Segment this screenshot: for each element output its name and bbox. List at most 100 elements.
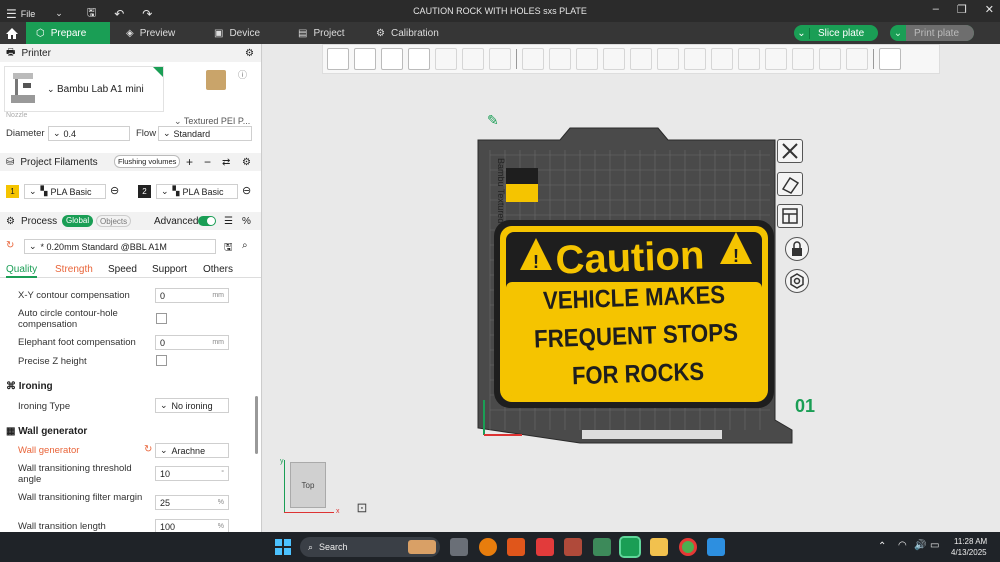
tab-quality[interactable]: Quality (6, 264, 38, 278)
tab-strength[interactable]: Strength (55, 264, 93, 275)
caution-sign[interactable]: ! ! Caution VEHICLE MAKES FREQUENT STOPS… (494, 220, 774, 408)
add-plate-icon[interactable] (354, 48, 376, 70)
remove-filament-icon[interactable]: ⊖ (110, 184, 119, 197)
auto-orient-icon[interactable] (381, 48, 403, 70)
text-icon[interactable] (738, 48, 760, 70)
remove-icon[interactable]: − (204, 155, 211, 169)
diameter-select[interactable]: ⌄ 0.4 (48, 126, 130, 141)
wall-generator-select[interactable]: ⌄ Arachne (155, 443, 229, 458)
sidebar-scrollbar[interactable] (255, 396, 258, 454)
save-preset-icon[interactable]: 🖫 (224, 240, 233, 257)
tab-prepare[interactable]: ⬡ Prepare (26, 22, 110, 44)
app-bambu-green-icon[interactable] (593, 538, 611, 556)
ironing-type-select[interactable]: ⌄ No ironing (155, 398, 229, 413)
measure-icon[interactable] (792, 48, 814, 70)
move-icon[interactable] (522, 48, 544, 70)
lay-on-face-icon[interactable] (603, 48, 625, 70)
zoom-to-fit-icon[interactable]: ⊡ (352, 500, 372, 520)
view-cube-top-face[interactable]: Top (290, 462, 326, 508)
scale-icon[interactable] (576, 48, 598, 70)
task-view-icon[interactable] (450, 538, 468, 556)
clock-time[interactable]: 11:28 AM (954, 537, 987, 546)
filament-1-index[interactable]: 1 (6, 185, 19, 198)
lock-plate-icon[interactable] (785, 237, 809, 261)
app-red-icon[interactable] (536, 538, 554, 556)
view-mode-icon[interactable] (879, 48, 901, 70)
flushing-volumes-button[interactable]: Flushing volumes (114, 155, 181, 168)
filament-1-select[interactable]: ⌄ ▚ PLA Basic (24, 184, 106, 199)
maximize-button[interactable]: ❐ (957, 3, 967, 16)
chevron-up-icon[interactable]: ⌃ (878, 541, 886, 552)
elephant-foot-input[interactable]: 0 mm (155, 335, 229, 350)
add-object-icon[interactable] (327, 48, 349, 70)
windows-start-icon[interactable] (275, 539, 291, 555)
xy-contour-input[interactable]: 0 mm (155, 288, 229, 303)
battery-icon[interactable]: ▭ (930, 540, 939, 551)
gear-icon[interactable]: ⚙ (242, 157, 251, 168)
copy-icon[interactable] (435, 48, 457, 70)
tab-support[interactable]: Support (152, 264, 187, 275)
plate-selector[interactable]: ⓘ ⌄ Textured PEI P... (172, 66, 258, 126)
print-plate-button[interactable]: ⌄ Print plate (890, 25, 974, 41)
tab-preview[interactable]: ◈ Preview (126, 22, 175, 44)
transition-angle-input[interactable]: 10 ° (155, 466, 229, 481)
photos-icon[interactable] (707, 538, 725, 556)
tab-device[interactable]: ▣ Device (214, 22, 260, 44)
precise-z-checkbox[interactable] (156, 355, 167, 366)
advanced-toggle[interactable] (198, 216, 216, 226)
chevron-down-icon[interactable]: ⌄ (794, 27, 810, 39)
tab-speed[interactable]: Speed (108, 264, 137, 275)
blender-icon[interactable] (479, 538, 497, 556)
arrange-plate-icon[interactable] (777, 204, 803, 228)
file-explorer-icon[interactable] (650, 538, 668, 556)
build-plate[interactable]: Bambu Textured ! ! Caution VEHICLE MAKES… (470, 110, 820, 455)
list-icon[interactable]: ☰ (224, 216, 233, 227)
tab-others[interactable]: Others (203, 264, 233, 275)
reset-icon[interactable]: ↻ (6, 240, 14, 251)
flow-select[interactable]: ⌄ Standard (158, 126, 252, 141)
search-icon[interactable]: ⌕ (242, 240, 248, 251)
boolean-icon[interactable] (657, 48, 679, 70)
remove-filament-icon[interactable]: ⊖ (242, 184, 251, 197)
close-plate-icon[interactable] (777, 139, 803, 163)
add-icon[interactable]: + (186, 155, 193, 169)
orient-plate-icon[interactable] (777, 172, 803, 196)
edit-plate-name-icon[interactable]: ✎ (487, 112, 499, 129)
volume-icon[interactable]: 🔊 (914, 540, 926, 551)
bambu-studio-icon[interactable] (619, 536, 641, 558)
close-button[interactable]: ✕ (985, 3, 994, 16)
objects-toggle[interactable]: Objects (96, 215, 132, 227)
wifi-icon[interactable]: ◠ (898, 540, 907, 551)
auto-circle-checkbox[interactable] (156, 313, 167, 324)
plate-settings-icon[interactable] (785, 269, 809, 293)
transition-length-input[interactable]: 100% (155, 519, 229, 532)
chevron-down-icon[interactable]: ⌄ (890, 28, 906, 39)
color-paint-icon[interactable] (765, 48, 787, 70)
compare-icon[interactable]: % (242, 216, 251, 227)
reset-icon[interactable]: ↻ (144, 444, 152, 455)
minimize-button[interactable]: – (933, 3, 939, 16)
assemble-icon[interactable] (819, 48, 841, 70)
tab-calibration[interactable]: ⚙ Calibration (376, 22, 439, 44)
slice-plate-button[interactable]: ⌄ Slice plate (794, 25, 878, 41)
app-gem-icon[interactable] (564, 538, 582, 556)
app-orange-icon[interactable] (507, 538, 525, 556)
taskbar-search[interactable]: ⌕ Search (300, 537, 440, 557)
split-icon[interactable] (489, 48, 511, 70)
arrange-icon[interactable] (408, 48, 430, 70)
process-preset-select[interactable]: ⌄ * 0.20mm Standard @BBL A1M (24, 239, 216, 254)
cut-icon[interactable] (630, 48, 652, 70)
home-icon[interactable] (0, 22, 24, 44)
tab-project[interactable]: ▤ Project (298, 22, 345, 44)
sync-icon[interactable]: ⇄ (222, 157, 230, 168)
support-paint-icon[interactable] (684, 48, 706, 70)
brim-ears-icon[interactable] (846, 48, 868, 70)
global-toggle[interactable]: Global (62, 215, 94, 227)
chrome-icon[interactable] (679, 538, 697, 556)
gear-icon[interactable]: ⚙ (245, 48, 254, 59)
paste-icon[interactable] (462, 48, 484, 70)
rotate-icon[interactable] (549, 48, 571, 70)
clock-date[interactable]: 4/13/2025 (951, 548, 987, 557)
printer-selector[interactable]: ⌄ Bambu Lab A1 mini (4, 66, 164, 112)
info-icon[interactable]: ⓘ (238, 68, 247, 81)
